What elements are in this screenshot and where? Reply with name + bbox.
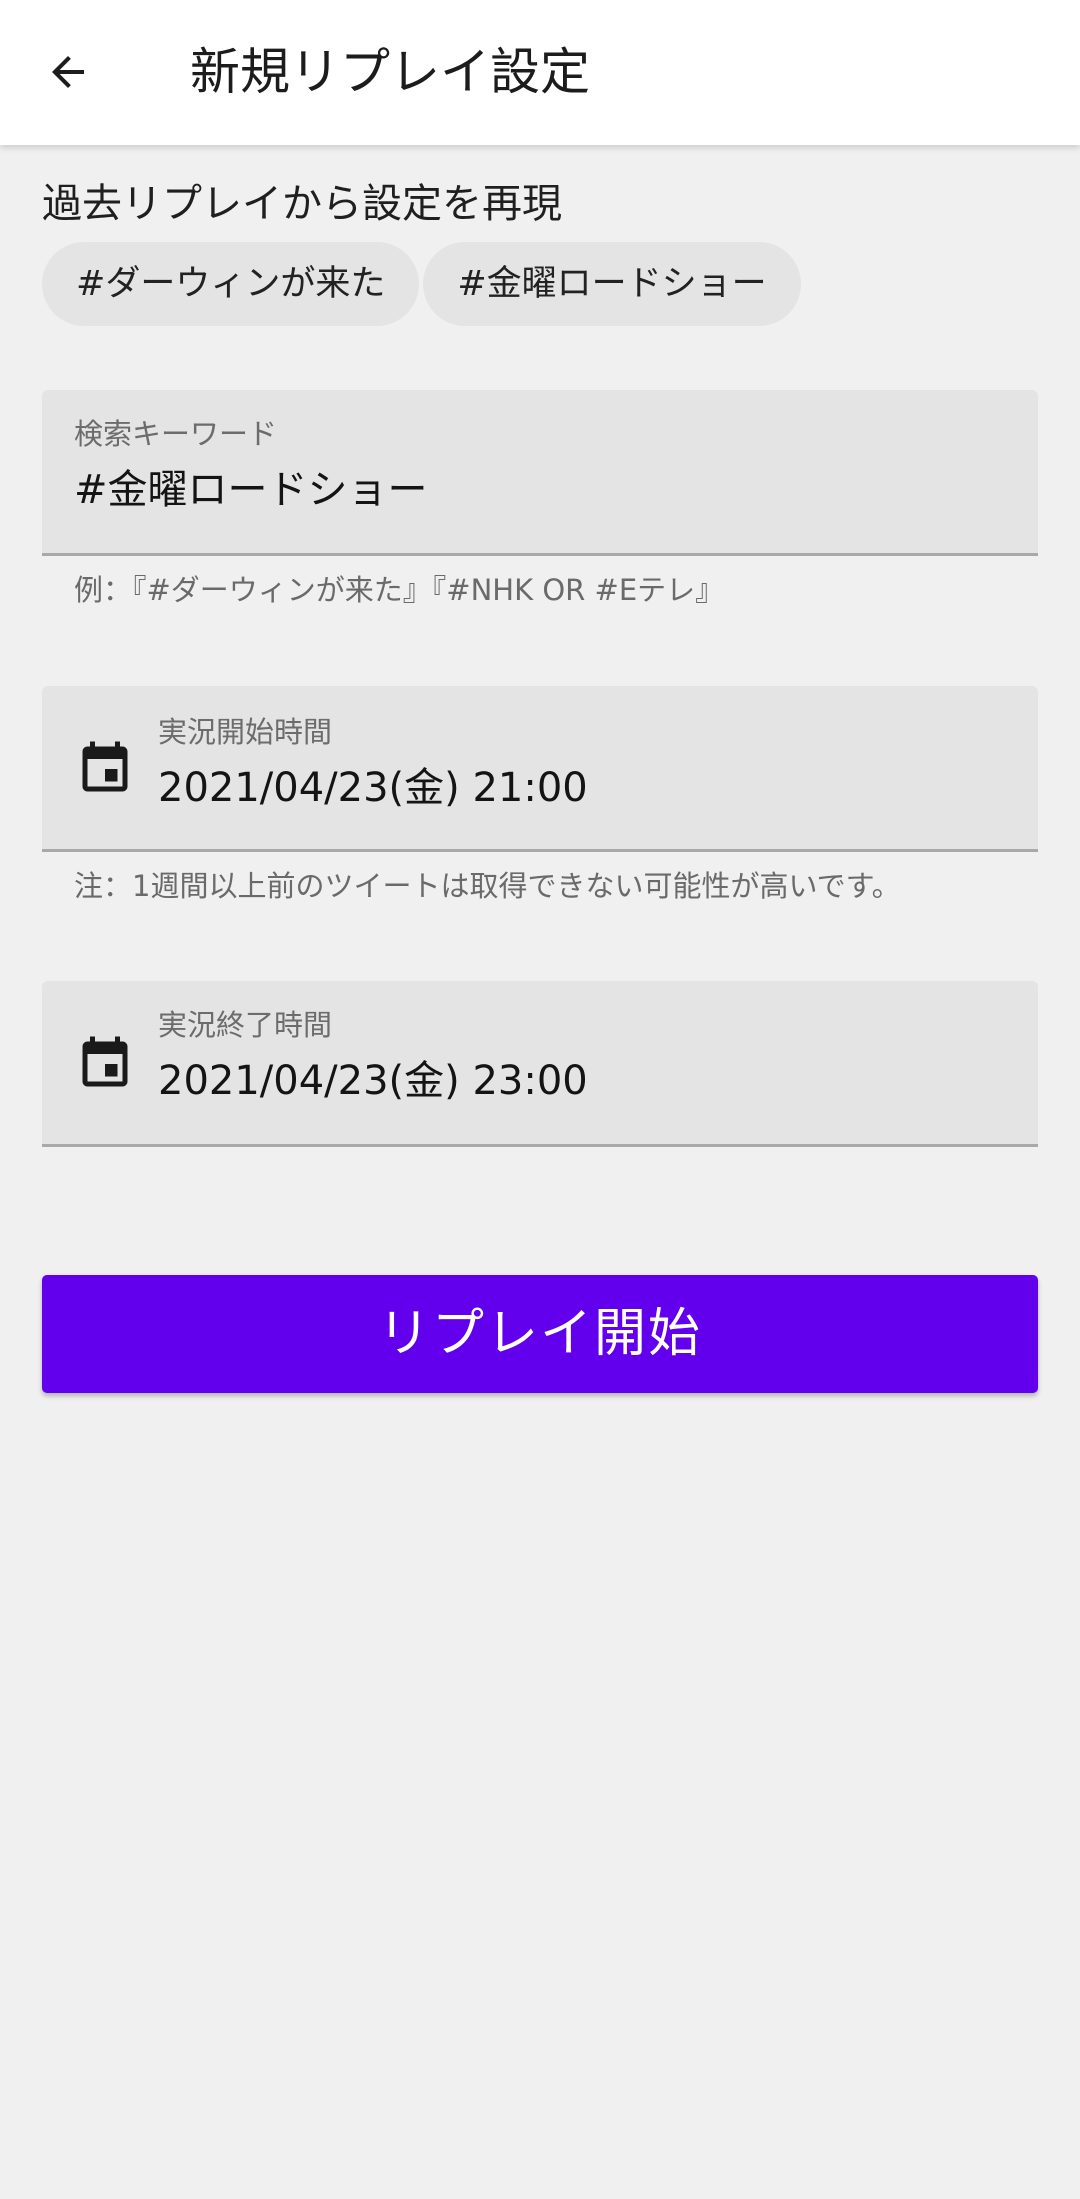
end-time-value[interactable]: 2021/04/23(金) 23:00 (158, 1053, 588, 1109)
history-chips: #ダーウィンが来た #金曜ロードショー (42, 242, 801, 326)
start-time-helper-text: 注：1週間以上前のツイートは取得できない可能性が高いです。 (74, 869, 901, 903)
start-replay-button[interactable]: リプレイ開始 (42, 1275, 1038, 1393)
back-button[interactable] (26, 26, 110, 118)
start-time-label: 実況開始時間 (158, 715, 333, 749)
end-time-field[interactable]: 実況終了時間 2021/04/23(金) 23:00 (42, 981, 1038, 1147)
start-time-value[interactable]: 2021/04/23(金) 21:00 (158, 760, 588, 816)
history-chip[interactable]: #金曜ロードショー (423, 242, 801, 326)
arrow-back-icon (52, 56, 84, 88)
calendar-icon (82, 741, 128, 792)
keyword-field[interactable]: 検索キーワード #金曜ロードショー (42, 390, 1038, 556)
history-section-title: 過去リプレイから設定を再現 (42, 181, 562, 227)
keyword-field-label: 検索キーワード (74, 417, 278, 451)
start-time-field[interactable]: 実況開始時間 2021/04/23(金) 21:00 (42, 686, 1038, 852)
keyword-helper-text: 例：『#ダーウィンが来た』『#NHK OR #Eテレ』 (74, 573, 725, 607)
history-chip[interactable]: #ダーウィンが来た (42, 242, 420, 326)
calendar-icon (82, 1036, 128, 1087)
keyword-input[interactable]: #金曜ロードショー (74, 462, 428, 518)
end-time-label: 実況終了時間 (158, 1008, 333, 1042)
page-title: 新規リプレイ設定 (190, 43, 590, 101)
app-bar: 新規リプレイ設定 (0, 0, 1080, 145)
